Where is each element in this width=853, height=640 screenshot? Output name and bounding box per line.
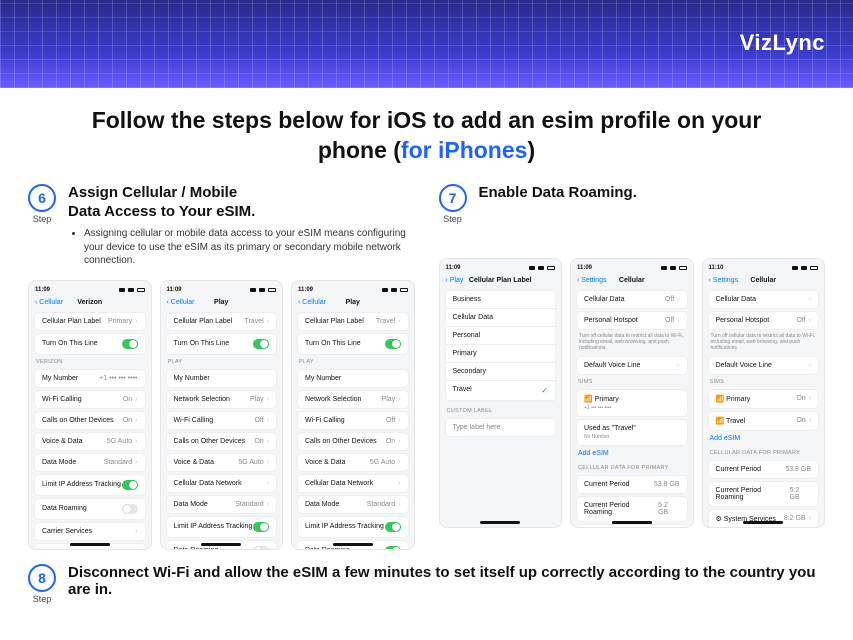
step-8-number: 8: [28, 564, 56, 592]
data-roaming[interactable]: Data Roaming: [34, 498, 146, 520]
sim-primary[interactable]: 📶 Primary+1 ••• ••• ••••: [576, 389, 688, 417]
personal-hotspot[interactable]: Personal HotspotOff›: [576, 311, 688, 330]
option-travel[interactable]: Travel✓: [446, 381, 556, 401]
add-esim[interactable]: Add eSIM: [571, 446, 693, 461]
system-services[interactable]: ⚙ System Services8.2 GB›: [576, 524, 688, 528]
step-8-row: 8 Step Disconnect Wi-Fi and allow the eS…: [0, 558, 853, 604]
voice-data[interactable]: Voice & Data5G Auto›: [34, 432, 146, 451]
personal-hotspot[interactable]: Personal HotspotOff›: [708, 311, 820, 330]
step-7-column: 7 Step Enable Data Roaming. 11:09 ‹ Play…: [439, 184, 826, 550]
calls-other-devices[interactable]: Calls on Other DevicesOn›: [34, 411, 146, 430]
option-cellular-data[interactable]: Cellular Data: [446, 309, 556, 327]
sim-travel[interactable]: Used as "Travel"No Number: [576, 419, 688, 446]
option-personal[interactable]: Personal: [446, 327, 556, 345]
option-primary[interactable]: Primary: [446, 345, 556, 363]
default-voice-line[interactable]: Default Voice Line›: [576, 356, 688, 375]
data-mode[interactable]: Data ModeStandard›: [34, 453, 146, 472]
step-7-number: 7: [439, 184, 467, 212]
my-number[interactable]: My Number+1 ••• ••• ••••: [34, 369, 146, 388]
brand-logo: VizLync: [740, 30, 825, 56]
screenshot-6a: 11:09 ‹ CellularVerizon Cellular Plan La…: [28, 280, 152, 550]
sim-travel[interactable]: 📶 TravelOn›: [708, 411, 820, 431]
add-esim[interactable]: Add eSIM: [703, 431, 825, 446]
back-button[interactable]: ‹ Cellular: [35, 299, 63, 306]
wifi-calling[interactable]: Wi-Fi CallingOn›: [34, 390, 146, 409]
cellular-data[interactable]: Cellular DataOff›: [576, 290, 688, 309]
label-options: Business Cellular Data Personal Primary …: [445, 290, 557, 402]
step-6-label: Step: [28, 214, 56, 224]
step-7-label: Step: [439, 214, 467, 224]
back-button[interactable]: ‹ Cellular: [298, 299, 326, 306]
page-title: Follow the steps below for iOS to add an…: [0, 88, 853, 180]
screenshot-6b: 11:09 ‹ CellularPlay Cellular Plan Label…: [160, 280, 284, 550]
sim-primary[interactable]: 📶 PrimaryOn›: [708, 389, 820, 409]
step-8-title: Disconnect Wi-Fi and allow the eSIM a fe…: [68, 564, 825, 598]
back-button[interactable]: ‹ Cellular: [167, 299, 195, 306]
cellular-plan-label[interactable]: Cellular Plan LabelPrimary›: [34, 312, 146, 331]
cellular-data[interactable]: Cellular Data›: [708, 290, 820, 309]
screenshot-7c: 11:10 ‹ SettingsCellular Cellular Data› …: [702, 258, 826, 528]
step-6-badge-wrap: 6 Step: [28, 184, 56, 224]
step-6-column: 6 Step Assign Cellular / MobileData Acce…: [28, 184, 415, 550]
screenshot-7b: 11:09 ‹ SettingsCellular Cellular DataOf…: [570, 258, 694, 528]
step-6-screenshots: 11:09 ‹ CellularVerizon Cellular Plan La…: [28, 280, 415, 550]
step-7-screenshots: 11:09 ‹ PlayCellular Plan Label Business…: [439, 258, 826, 528]
screenshot-6c: 11:09 ‹ CellularPlay Cellular Plan Label…: [291, 280, 415, 550]
step-7-title: Enable Data Roaming.: [479, 184, 826, 203]
toggle-on-icon: [122, 339, 138, 349]
step-6-bullet: Assigning cellular or mobile data access…: [84, 227, 415, 268]
option-business[interactable]: Business: [446, 291, 556, 309]
carrier-services[interactable]: Carrier Services›: [34, 522, 146, 541]
back-button[interactable]: ‹ Settings: [577, 277, 607, 284]
custom-label-input[interactable]: Type label here: [445, 418, 557, 437]
limit-ip[interactable]: Limit IP Address Tracking: [34, 474, 146, 496]
step-8-label: Step: [28, 594, 56, 604]
system-services[interactable]: ⚙ System Services8.2 GB›: [708, 509, 820, 528]
default-voice-line[interactable]: Default Voice Line›: [708, 356, 820, 375]
step-6-number: 6: [28, 184, 56, 212]
checkmark-icon: ✓: [541, 386, 548, 395]
screenshot-7a: 11:09 ‹ PlayCellular Plan Label Business…: [439, 258, 563, 528]
option-secondary[interactable]: Secondary: [446, 363, 556, 381]
step-6-title: Assign Cellular / MobileData Access to Y…: [68, 184, 415, 222]
back-button[interactable]: ‹ Settings: [709, 277, 739, 284]
turn-on-line[interactable]: Turn On This Line: [34, 333, 146, 355]
hero-banner: VizLync: [0, 0, 853, 88]
back-button[interactable]: ‹ Play: [446, 277, 464, 284]
steps-columns: 6 Step Assign Cellular / MobileData Acce…: [0, 180, 853, 558]
